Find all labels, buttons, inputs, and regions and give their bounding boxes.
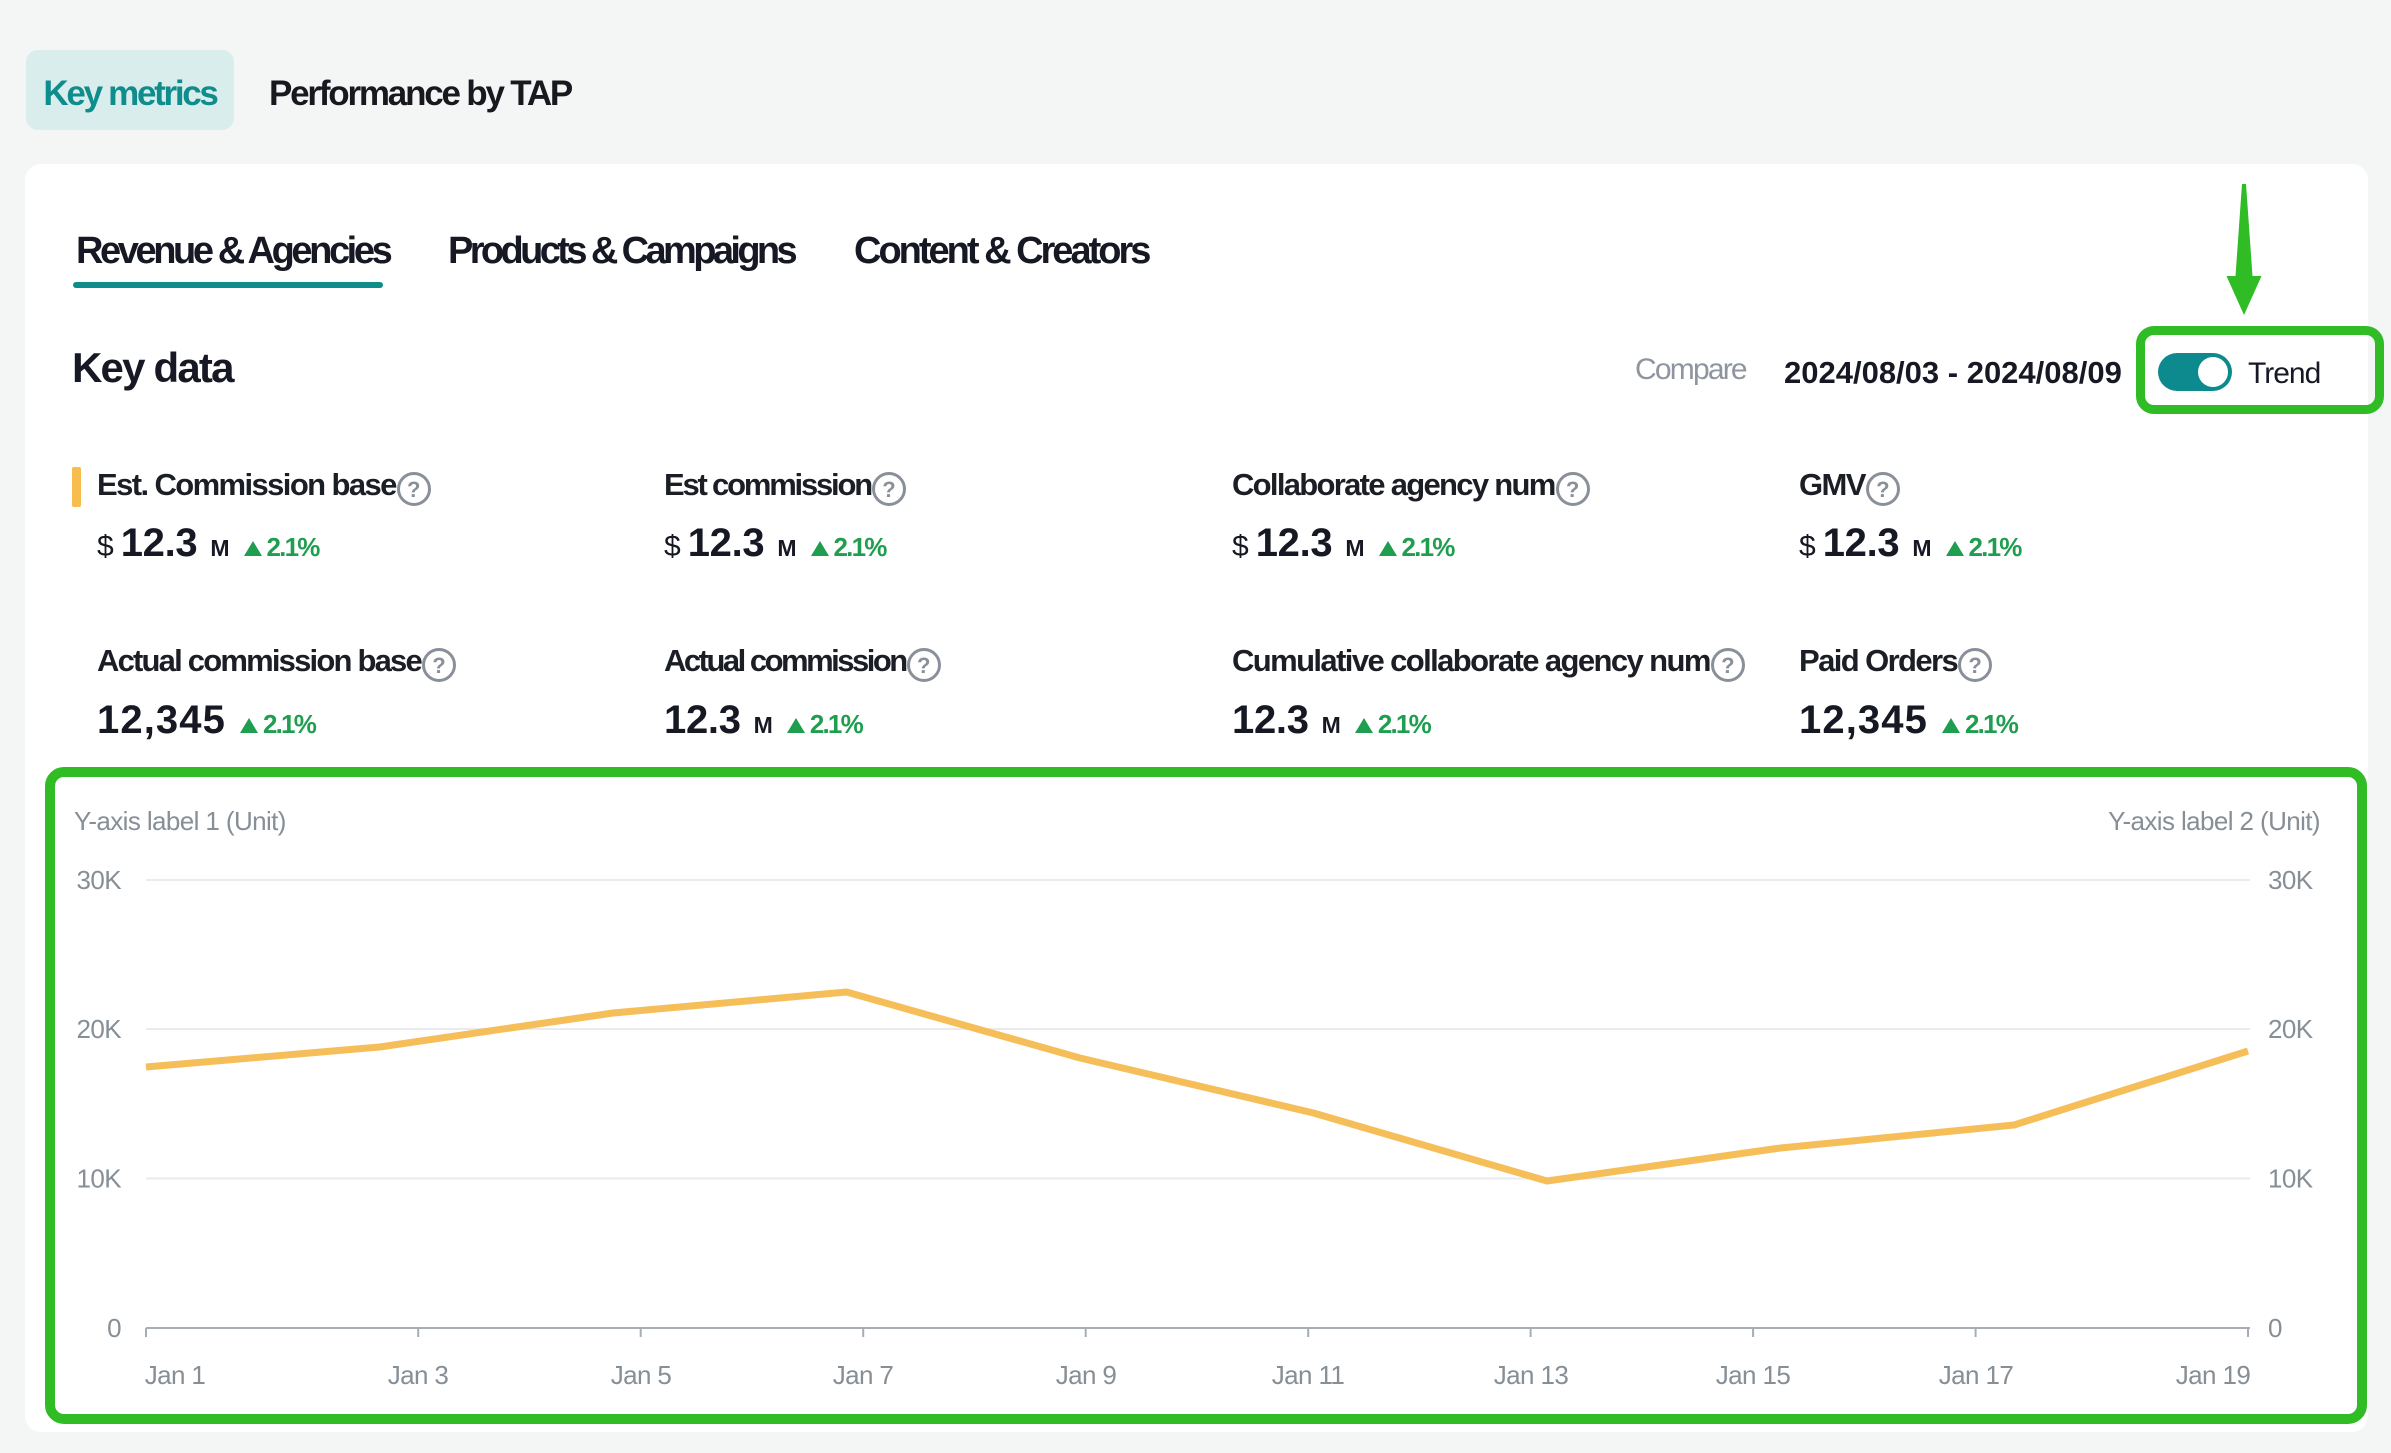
svg-text:Jan 11: Jan 11 [1272, 1360, 1345, 1390]
svg-text:30K: 30K [2268, 865, 2314, 895]
svg-text:0: 0 [107, 1313, 121, 1343]
svg-text:Y-axis label 1 (Unit): Y-axis label 1 (Unit) [74, 806, 286, 836]
svg-text:Jan 5: Jan 5 [611, 1360, 672, 1390]
svg-text:Y-axis label 2 (Unit): Y-axis label 2 (Unit) [2108, 806, 2320, 836]
svg-text:Jan 15: Jan 15 [1716, 1360, 1791, 1390]
svg-text:20K: 20K [2268, 1014, 2314, 1044]
svg-text:0: 0 [2268, 1313, 2282, 1343]
svg-text:20K: 20K [77, 1014, 123, 1044]
svg-text:Jan 3: Jan 3 [388, 1360, 449, 1390]
svg-text:Jan 19: Jan 19 [2176, 1360, 2251, 1390]
svg-text:Jan 13: Jan 13 [1494, 1360, 1569, 1390]
svg-text:Jan 17: Jan 17 [1939, 1360, 2014, 1390]
svg-text:Jan 1: Jan 1 [145, 1360, 206, 1390]
svg-text:10K: 10K [77, 1164, 123, 1194]
svg-text:Jan 9: Jan 9 [1056, 1360, 1117, 1390]
svg-text:Jan 7: Jan 7 [833, 1360, 894, 1390]
svg-text:30K: 30K [77, 865, 123, 895]
svg-text:10K: 10K [2268, 1164, 2314, 1194]
